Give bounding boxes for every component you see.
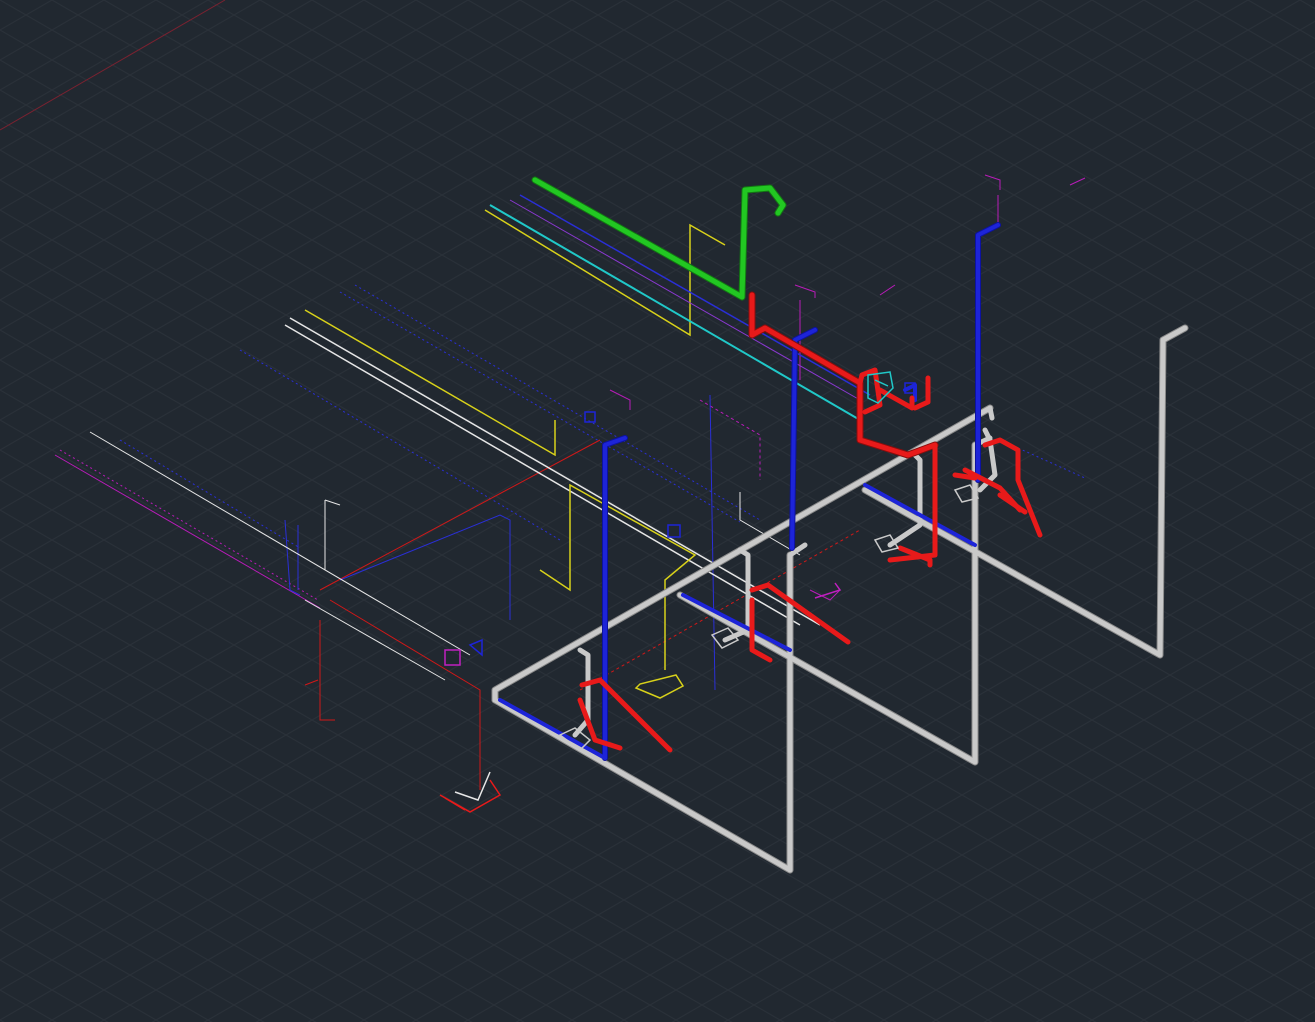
background-grid bbox=[0, 0, 1315, 1022]
isometric-piping-drawing[interactable] bbox=[0, 0, 1315, 1022]
isometric-grid bbox=[0, 0, 1315, 1022]
cad-model-viewport[interactable] bbox=[0, 0, 1315, 1022]
